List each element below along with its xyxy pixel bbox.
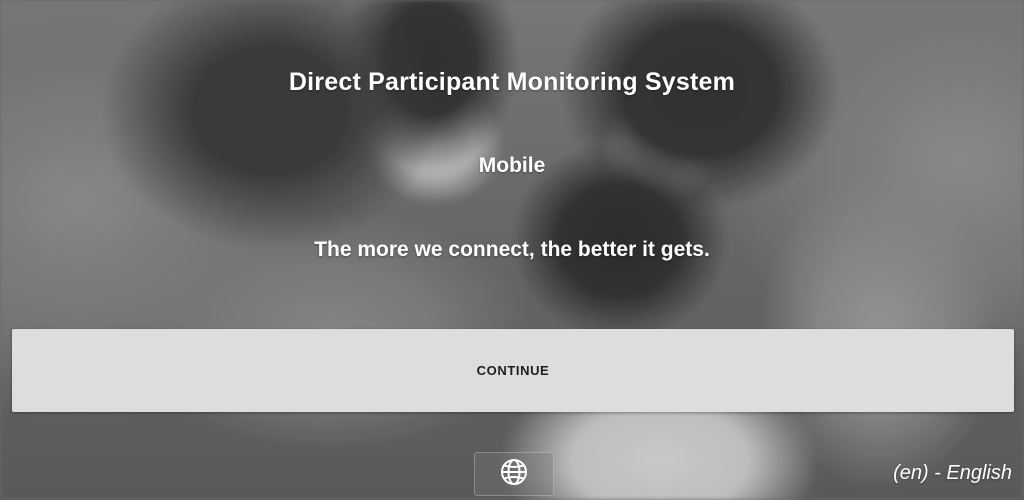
continue-button[interactable]: CONTINUE (12, 329, 1014, 412)
tagline: The more we connect, the better it gets. (314, 238, 710, 261)
language-selector-button[interactable] (474, 452, 554, 496)
current-language-label: (en) - English (893, 462, 1012, 484)
welcome-screen: Direct Participant Monitoring System Mob… (0, 0, 1024, 500)
app-subtitle: Mobile (478, 154, 546, 177)
app-title: Direct Participant Monitoring System (288, 68, 736, 96)
globe-icon (499, 457, 529, 492)
